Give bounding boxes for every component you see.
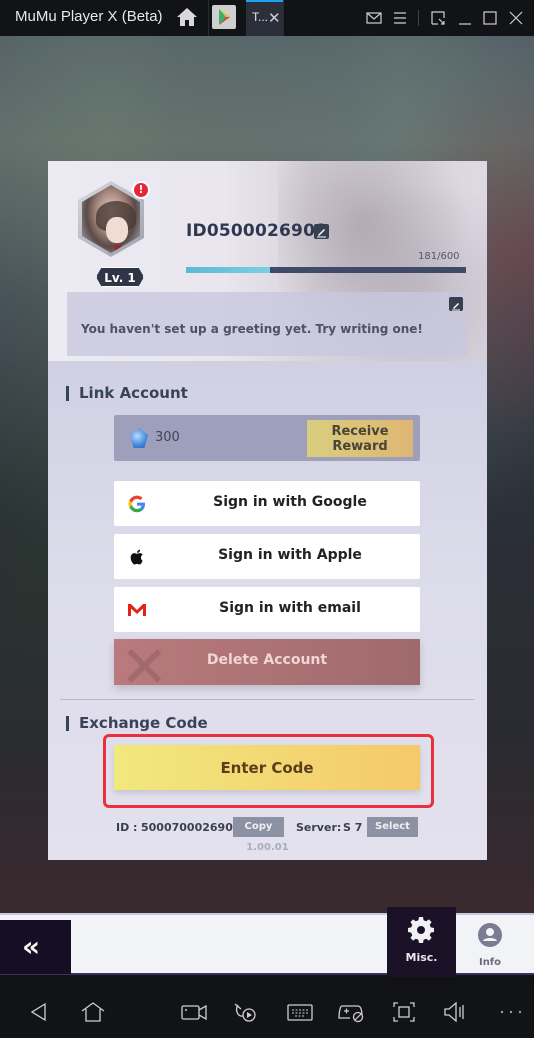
google-label: Sign in with Google [213,494,367,510]
link-reward-bar: 300 Receive Reward [114,415,420,461]
resize-icon[interactable] [429,9,447,27]
minimize-icon[interactable] [456,9,474,27]
back-button[interactable]: « [0,920,71,974]
nav-tab-misc[interactable]: Misc. [387,907,456,977]
copy-id-button[interactable]: Copy [233,817,284,837]
apple-label: Sign in with Apple [218,547,362,563]
delete-account-button[interactable]: ✕ Delete Account [114,639,420,685]
link-account-title: Link Account [66,386,188,401]
keyboard-icon[interactable] [287,1001,313,1023]
macro-icon[interactable] [233,1001,259,1023]
volume-icon[interactable] [442,1001,468,1023]
section-divider [60,699,474,700]
user-icon [478,923,502,947]
play-store-icon [219,9,230,25]
reward-amount: 300 [155,430,180,445]
nav-tab-info[interactable]: Info [458,915,522,973]
home-nav-icon[interactable] [80,1001,106,1023]
greeting-text: You haven't set up a greeting yet. Try w… [81,322,423,336]
receive-reward-label-1: Receive [331,424,389,439]
gamepad-icon[interactable] [338,1001,364,1023]
receive-reward-label-2: Reward [332,439,388,454]
more-icon[interactable] [498,1001,524,1023]
sign-in-apple-button[interactable]: Sign in with Apple [114,534,420,579]
misc-label: Misc. [405,951,438,964]
close-icon[interactable] [507,9,525,27]
greeting-box[interactable]: You haven't set up a greeting yet. Try w… [67,292,467,356]
back-icon[interactable] [27,1001,53,1023]
server-label: Server: [296,821,342,834]
receive-reward-button[interactable]: Receive Reward [307,420,413,457]
titlebar-divider [283,0,284,36]
id-value: 5000700026901 [141,821,241,834]
tab-close-icon[interactable]: ✕ [268,9,281,27]
app-title: MuMu Player X (Beta) [15,8,163,25]
emulator-titlebar: MuMu Player X (Beta) T... ✕ [0,0,534,36]
id-label: ID : [116,821,138,834]
pencil-icon [317,229,326,238]
level-badge: Lv. 1 [96,267,144,287]
xp-text: 181/600 [418,251,460,262]
back-chevron-icon: « [22,930,41,963]
edit-greeting-icon[interactable] [449,297,463,311]
xp-progress-bar [186,267,466,273]
select-server-button[interactable]: Select [367,817,418,837]
enter-code-button[interactable]: Enter Code [114,745,420,790]
email-label: Sign in with email [219,600,361,616]
emulator-toolbar [0,985,534,1038]
mail-icon[interactable] [365,9,383,27]
account-info-row: ID : 5000700026901 Copy Server: S 7 Sele… [114,817,424,837]
tab-label: T... [252,10,269,24]
version-text: 1.00.01 [246,842,289,853]
play-store-button[interactable] [212,5,236,29]
edit-name-icon[interactable] [314,224,329,239]
user-id: ID0500026901 [186,221,328,241]
gem-icon [130,428,148,448]
screenshot-icon[interactable] [391,1001,417,1023]
alert-badge: ! [132,181,150,199]
info-label: Info [478,957,502,968]
enter-code-label: Enter Code [220,759,314,777]
home-icon[interactable] [176,7,198,27]
server-value: S 7 [343,821,363,834]
avatar[interactable]: ! Lv. 1 [76,175,150,287]
gear-icon [408,917,434,943]
sign-in-email-button[interactable]: Sign in with email [114,587,420,632]
titlebar-divider [208,0,209,36]
game-bottom-nav: « Misc. Info [0,907,534,977]
xp-progress-fill [186,267,271,273]
sign-in-google-button[interactable]: Sign in with Google [114,481,420,526]
video-record-icon[interactable] [181,1001,207,1023]
pencil-icon [452,303,460,311]
avatar-face [106,217,128,243]
titlebar-divider [418,10,419,26]
exchange-code-title: Exchange Code [66,716,208,731]
menu-icon[interactable] [391,9,409,27]
app-tab[interactable]: T... ✕ [246,0,283,36]
maximize-icon[interactable] [481,9,499,27]
delete-account-label: Delete Account [206,652,328,668]
profile-panel: ! Lv. 1 ID0500026901 181/600 You haven't… [48,161,487,860]
